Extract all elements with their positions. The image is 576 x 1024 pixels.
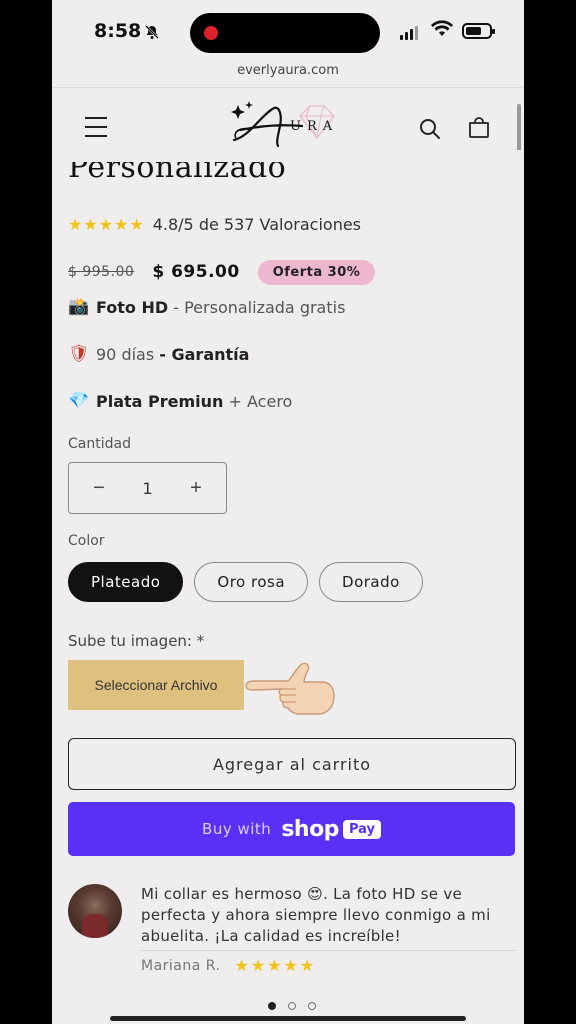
carousel-dot[interactable] (268, 1002, 276, 1010)
color-option-dorado[interactable]: Dorado (319, 562, 423, 602)
review-author-row: Mariana R. ★★★★★ (141, 956, 316, 975)
color-options: Plateado Oro rosa Dorado (68, 562, 423, 602)
browser-url[interactable]: everlyaura.com (52, 63, 524, 78)
rating-text: 4.8/5 de 537 Valoraciones (152, 215, 362, 234)
divider (52, 87, 524, 88)
wifi-icon (430, 20, 454, 42)
compare-at-price: $ 995.00 (68, 264, 135, 280)
battery-icon (462, 23, 495, 39)
feature-material: 💎 Plata Premiun + Acero (68, 391, 293, 411)
select-file-button[interactable]: Seleccionar Archivo (68, 660, 244, 710)
cart-icon[interactable] (467, 116, 491, 144)
quantity-increase-button[interactable]: + (186, 477, 206, 500)
reviewer-name: Mariana R. (141, 957, 221, 974)
reviewer-avatar (68, 884, 122, 938)
color-option-oro-rosa[interactable]: Oro rosa (194, 562, 309, 602)
divider (141, 950, 516, 951)
recording-indicator (204, 26, 218, 40)
color-option-plateado[interactable]: Plateado (68, 562, 184, 602)
camera-icon: 📸 (68, 297, 90, 317)
product-rating[interactable]: ★★★★★ 4.8/5 de 537 Valoraciones (68, 215, 361, 234)
phone-screen: 8:58 everlyaura.com URA Personalizado ★★… (52, 0, 524, 1024)
price-row: $ 995.00 $ 695.00 Oferta 30% (68, 258, 488, 286)
shop-pay-logo: shop (281, 816, 339, 842)
bell-slash-icon (144, 24, 160, 44)
upload-label: Sube tu imagen: * (68, 632, 205, 650)
menu-icon[interactable] (85, 117, 107, 137)
pointing-hand-icon (244, 656, 336, 718)
add-to-cart-button[interactable]: Agregar al carrito (68, 738, 516, 790)
search-icon[interactable] (418, 117, 442, 145)
quantity-value[interactable]: 1 (142, 479, 152, 498)
status-bar: 8:58 (52, 0, 524, 58)
home-indicator[interactable] (110, 1016, 466, 1021)
rating-stars: ★★★★★ (68, 215, 145, 234)
signal-icon (400, 24, 418, 40)
shop-pay-button[interactable]: Buy with shop Pay (68, 802, 515, 856)
quantity-stepper: − 1 + (68, 462, 227, 514)
feature-guarantee: 🛡 90 días - Garantía (68, 344, 250, 364)
sale-badge: Oferta 30% (257, 259, 376, 285)
gem-icon: 💎 (68, 391, 90, 411)
carousel-dots[interactable] (268, 1002, 316, 1010)
svg-text:URA: URA (290, 119, 338, 134)
carousel-dot[interactable] (308, 1002, 316, 1010)
shop-pay-badge: Pay (342, 819, 381, 839)
review-stars: ★★★★★ (234, 956, 317, 975)
quantity-label: Cantidad (68, 436, 131, 452)
sale-price: $ 695.00 (152, 262, 240, 282)
feature-photo: 📸 Foto HD - Personalizada gratis (68, 297, 346, 317)
carousel-dot[interactable] (288, 1002, 296, 1010)
status-time: 8:58 (94, 20, 142, 42)
shield-icon: 🛡 (68, 344, 90, 364)
quantity-decrease-button[interactable]: − (89, 477, 109, 500)
dynamic-island (190, 13, 380, 53)
aura-logo[interactable]: URA (230, 96, 360, 158)
battery-level (466, 27, 481, 35)
color-label: Color (68, 533, 105, 549)
buy-with-label: Buy with (202, 820, 272, 838)
review-text: Mi collar es hermoso 😍. La foto HD se ve… (141, 885, 491, 945)
